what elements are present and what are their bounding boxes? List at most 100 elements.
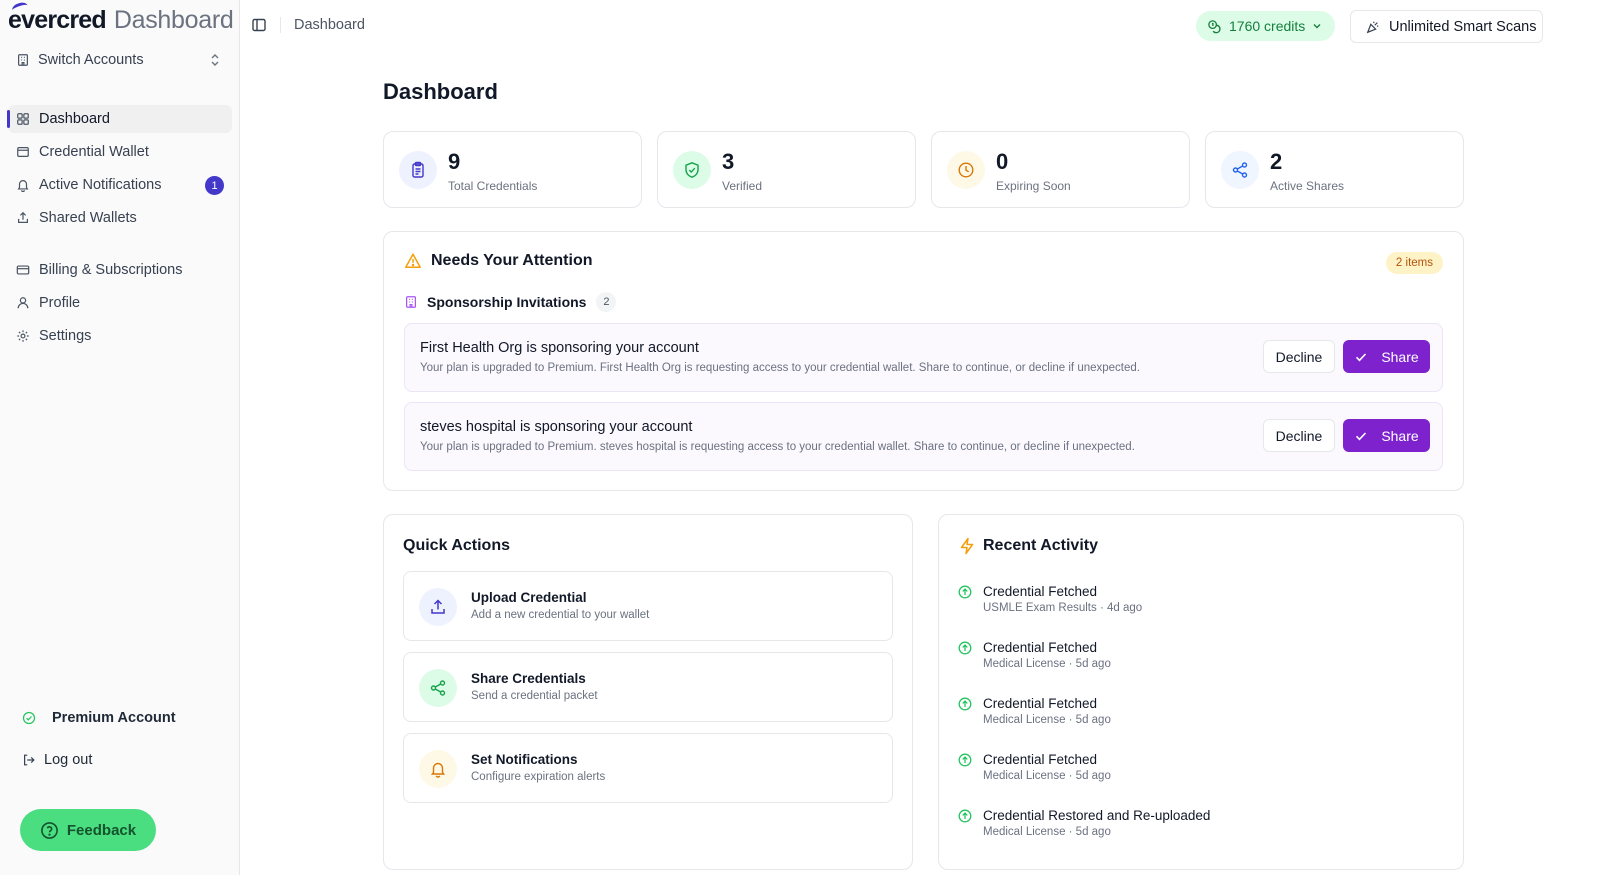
action-description: Configure expiration alerts: [471, 771, 606, 783]
chevron-down-icon: [1313, 24, 1321, 29]
sidebar-toggle-icon[interactable]: [251, 17, 267, 33]
upload-icon: [18, 211, 28, 223]
recent-activity-title: Recent Activity: [983, 537, 1098, 554]
stat-value: 3: [722, 149, 735, 174]
stat-icon-circle: [1221, 151, 1259, 189]
coins-icon: [1208, 19, 1221, 33]
attention-title: Needs Your Attention: [431, 252, 593, 269]
arrow-up-circle-icon: [958, 753, 972, 767]
app-logo[interactable]: evercred Dashboard: [8, 6, 234, 38]
sidebar-item-profile[interactable]: Profile: [8, 289, 232, 317]
share-label: Share: [1381, 427, 1419, 444]
smart-scans-button[interactable]: Unlimited Smart Scans: [1350, 10, 1543, 43]
check-circle-icon: [22, 711, 36, 725]
activity-title: Credential Fetched: [983, 584, 1098, 599]
sidebar-item-label: Active Notifications: [39, 177, 162, 193]
logo-suffix: Dashboard: [113, 6, 234, 34]
action-title: Upload Credential: [471, 590, 587, 605]
share-credentials-action[interactable]: Share Credentials Send a credential pack…: [403, 652, 893, 722]
sidebar-item-label: Dashboard: [39, 111, 110, 127]
sidebar-item-dashboard[interactable]: Dashboard: [7, 105, 232, 133]
activity-item: Credential Fetched Medical License · 5d …: [958, 696, 1458, 732]
share-button[interactable]: Share: [1343, 340, 1430, 373]
attention-heading: Needs Your Attention: [404, 252, 593, 270]
check-icon: [1356, 431, 1367, 440]
invitation-title: First Health Org is sponsoring your acco…: [420, 340, 699, 356]
arrow-up-circle-icon: [958, 697, 972, 711]
stat-value: 9: [448, 149, 461, 174]
breadcrumb[interactable]: Dashboard: [294, 17, 365, 33]
warning-triangle-icon: [405, 253, 421, 268]
sidebar-item-label: Credential Wallet: [39, 144, 149, 160]
bell-icon: [430, 762, 446, 778]
activity-item: Credential Fetched Medical License · 5d …: [958, 640, 1458, 676]
invitation-description: Your plan is upgraded to Premium. steves…: [420, 441, 1135, 453]
stat-icon-circle: [947, 151, 985, 189]
user-icon: [17, 297, 29, 309]
activity-meta: Medical License · 5d ago: [983, 826, 1111, 838]
stat-label: Total Credentials: [448, 179, 538, 193]
action-title: Share Credentials: [471, 671, 586, 686]
shield-check-icon: [685, 162, 699, 178]
quick-actions-panel: Quick Actions Upload Credential Add a ne…: [383, 514, 913, 870]
sidebar-item-label: Billing & Subscriptions: [39, 262, 183, 278]
decline-button[interactable]: Decline: [1263, 340, 1335, 373]
notifications-count-badge: 1: [205, 176, 224, 195]
logout-icon: [24, 754, 35, 766]
invitation-description: Your plan is upgraded to Premium. First …: [420, 362, 1140, 374]
stat-label: Expiring Soon: [996, 179, 1071, 193]
sponsorship-heading: Sponsorship Invitations 2: [404, 292, 617, 312]
sidebar-item-shared-wallets[interactable]: Shared Wallets: [8, 204, 232, 232]
premium-account-status: Premium Account: [22, 706, 176, 730]
stat-value: 0: [996, 149, 1009, 174]
stat-icon-circle: [673, 151, 711, 189]
arrow-up-circle-icon: [958, 585, 972, 599]
stat-card-expiring-soon[interactable]: 0 Expiring Soon: [931, 131, 1190, 208]
share-button[interactable]: Share: [1343, 419, 1430, 452]
upload-credential-action[interactable]: Upload Credential Add a new credential t…: [403, 571, 893, 641]
action-icon-circle: [419, 669, 457, 707]
sidebar-item-label: Shared Wallets: [39, 210, 137, 226]
party-popper-icon: [1366, 21, 1379, 33]
activity-meta: USMLE Exam Results · 4d ago: [983, 602, 1143, 614]
sidebar-item-label: Profile: [39, 295, 81, 311]
activity-meta: Medical License · 5d ago: [983, 658, 1111, 670]
stat-card-active-shares[interactable]: 2 Active Shares: [1205, 131, 1464, 208]
action-description: Add a new credential to your wallet: [471, 609, 650, 621]
logout-button[interactable]: Log out: [22, 748, 92, 772]
feedback-button[interactable]: Feedback: [20, 809, 156, 851]
building-icon: [406, 296, 416, 308]
switch-accounts-button[interactable]: Switch Accounts: [8, 48, 230, 72]
gear-icon: [17, 330, 29, 342]
activity-item: Credential Restored and Re-uploaded Medi…: [958, 808, 1458, 844]
sidebar-item-credential-wallet[interactable]: Credential Wallet: [8, 138, 232, 166]
stat-card-verified[interactable]: 3 Verified: [657, 131, 916, 208]
action-title: Set Notifications: [471, 752, 578, 767]
activity-item: Credential Fetched Medical License · 5d …: [958, 752, 1458, 788]
lightning-icon: [960, 537, 974, 555]
clipboard-icon: [412, 161, 424, 178]
arrow-up-circle-icon: [958, 641, 972, 655]
set-notifications-action[interactable]: Set Notifications Configure expiration a…: [403, 733, 893, 803]
switch-accounts-label: Switch Accounts: [38, 52, 144, 68]
quick-actions-title: Quick Actions: [403, 537, 510, 554]
building-icon: [18, 54, 28, 66]
clock-icon: [958, 162, 974, 178]
action-icon-circle: [419, 750, 457, 788]
smart-scans-label: Unlimited Smart Scans: [1389, 18, 1537, 35]
credits-dropdown[interactable]: 1760 credits: [1196, 11, 1335, 41]
stat-value: 2: [1270, 149, 1283, 174]
attention-count-badge: 2 items: [1385, 252, 1443, 274]
action-description: Send a credential packet: [471, 690, 598, 702]
activity-title: Credential Fetched: [983, 752, 1098, 767]
activity-meta: Medical License · 5d ago: [983, 770, 1111, 782]
decline-button[interactable]: Decline: [1263, 419, 1335, 452]
stat-card-total-credentials[interactable]: 9 Total Credentials: [383, 131, 642, 208]
chevron-up-down-icon: [211, 54, 219, 66]
sidebar-item-settings[interactable]: Settings: [8, 322, 232, 350]
activity-title: Credential Fetched: [983, 640, 1098, 655]
sidebar-item-active-notifications[interactable]: Active Notifications 1: [8, 171, 232, 199]
sidebar-item-billing[interactable]: Billing & Subscriptions: [8, 256, 232, 284]
top-bar: Dashboard 1760 credits Unlimited Smart S…: [240, 0, 1600, 52]
sponsorship-invitation: steves hospital is sponsoring your accou…: [404, 402, 1443, 471]
